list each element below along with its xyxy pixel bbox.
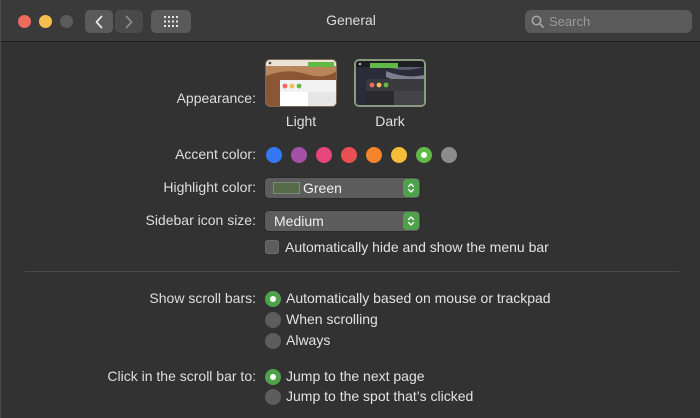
menu-bar-checkbox-label[interactable]: Automatically hide and show the menu bar (285, 239, 549, 255)
preferences-window: General Appearance: (0, 0, 700, 418)
sidebar-icon-size-label: Sidebar icon size: (145, 212, 256, 228)
appearance-dark-thumbnail[interactable] (354, 59, 426, 107)
highlight-color-label: Highlight color: (163, 179, 256, 195)
scroll-bars-when-scrolling-label[interactable]: When scrolling (286, 311, 378, 327)
chevron-updown-icon (407, 216, 415, 226)
highlight-popup-stepper (403, 179, 419, 197)
sidebar-popup-stepper (403, 212, 419, 230)
title-bar: General (1, 0, 700, 42)
accent-color-swatch[interactable] (366, 147, 382, 163)
highlight-color-popup[interactable]: Green (265, 178, 420, 198)
accent-color-swatch[interactable] (391, 147, 407, 163)
accent-color-label: Accent color: (175, 146, 256, 162)
accent-color-swatch[interactable] (266, 147, 282, 163)
scroll-bars-always-label[interactable]: Always (286, 332, 330, 348)
sidebar-icon-size-popup[interactable]: Medium (265, 211, 420, 231)
appearance-dark-label: Dark (375, 113, 405, 129)
highlight-color-swatch (273, 182, 300, 194)
zoom-window-button[interactable] (60, 15, 73, 28)
search-field[interactable] (525, 10, 692, 33)
back-button[interactable] (85, 10, 113, 33)
scroll-bars-when-scrolling-radio[interactable] (265, 312, 281, 328)
chevron-updown-icon (407, 183, 415, 193)
click-next-page-label[interactable]: Jump to the next page (286, 368, 425, 384)
accent-color-swatch[interactable] (441, 147, 457, 163)
search-input[interactable] (549, 14, 679, 29)
forward-button[interactable] (115, 10, 143, 33)
show-scroll-bars-label: Show scroll bars: (149, 290, 256, 306)
click-spot-label[interactable]: Jump to the spot that’s clicked (286, 388, 473, 404)
appearance-label: Appearance: (176, 90, 256, 106)
highlight-color-value: Green (303, 180, 342, 196)
click-next-page-radio[interactable] (265, 369, 281, 385)
sidebar-icon-size-value: Medium (274, 213, 324, 229)
forward-chevron-icon (125, 15, 133, 28)
back-chevron-icon (95, 15, 103, 28)
scroll-bars-always-radio[interactable] (265, 333, 281, 349)
section-divider (25, 271, 679, 272)
accent-color-swatch[interactable] (316, 147, 332, 163)
accent-color-swatch[interactable] (416, 147, 432, 163)
search-icon (531, 15, 544, 28)
show-all-button[interactable] (151, 10, 191, 33)
close-window-button[interactable] (18, 15, 31, 28)
accent-color-swatch[interactable] (291, 147, 307, 163)
minimize-window-button[interactable] (39, 15, 52, 28)
selected-indicator-icon (421, 152, 427, 158)
accent-color-swatch[interactable] (341, 147, 357, 163)
click-spot-radio[interactable] (265, 389, 281, 405)
menu-bar-checkbox[interactable] (265, 240, 279, 254)
grid-icon (164, 16, 178, 27)
scroll-bars-auto-label[interactable]: Automatically based on mouse or trackpad (286, 290, 551, 306)
scroll-bars-auto-radio[interactable] (265, 291, 281, 307)
appearance-light-label: Light (285, 113, 317, 129)
appearance-light-thumbnail[interactable] (265, 59, 337, 107)
click-scroll-bar-label: Click in the scroll bar to: (107, 368, 256, 384)
